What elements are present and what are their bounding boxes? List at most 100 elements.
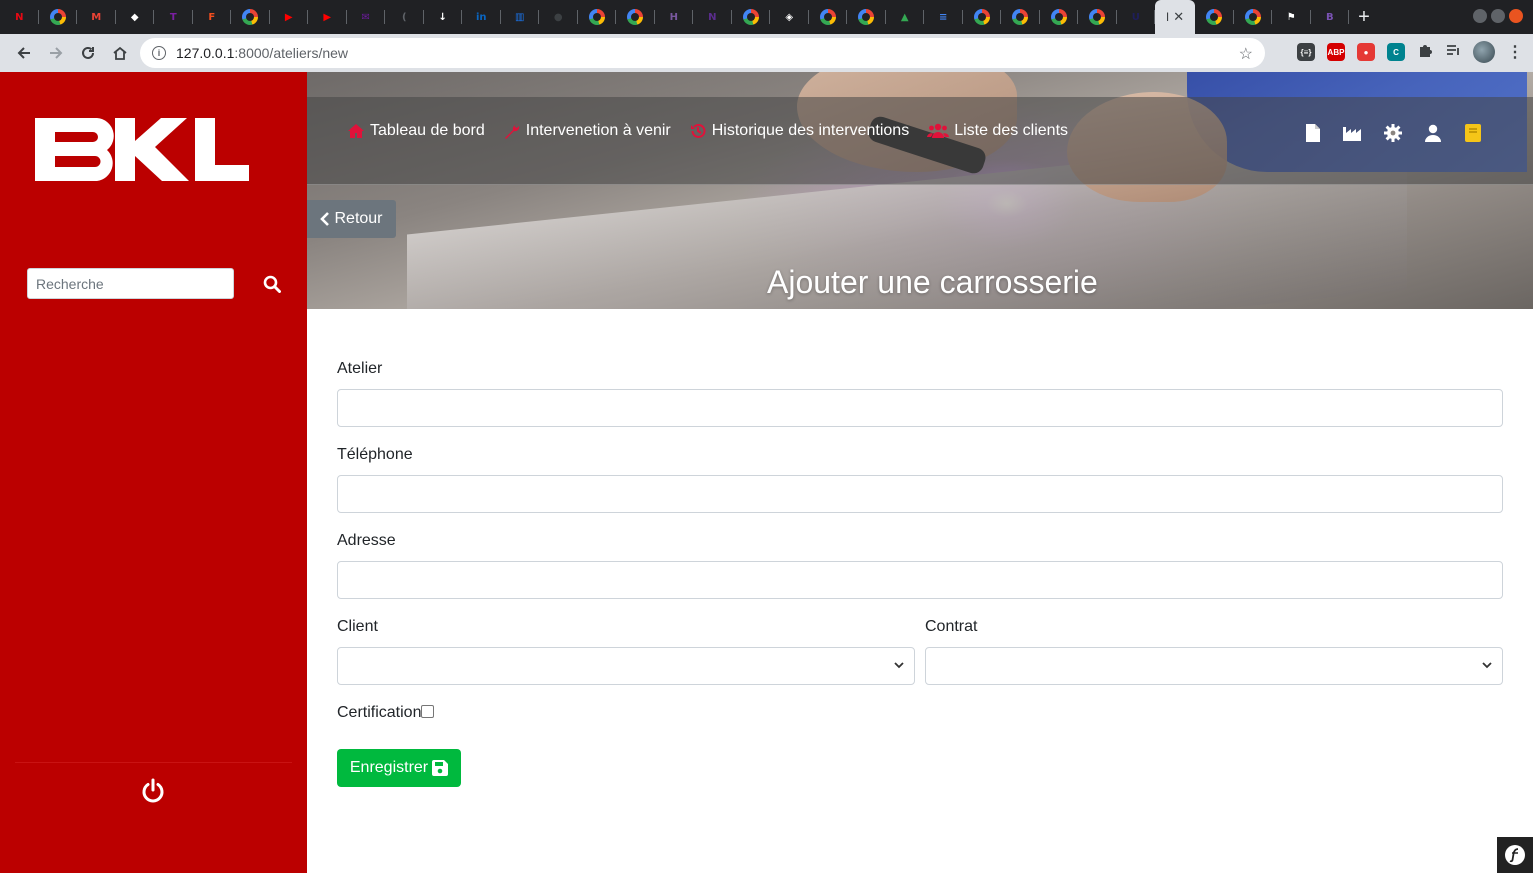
save-button[interactable]: Enregistrer xyxy=(337,749,461,787)
bookmark-star-icon[interactable]: ☆ xyxy=(1239,44,1253,64)
browser-tab[interactable]: ↓ xyxy=(424,0,463,34)
nav-link-upcoming[interactable]: Intervenetion à venir xyxy=(503,122,671,140)
browser-tab[interactable] xyxy=(1001,0,1040,34)
telephone-input[interactable] xyxy=(337,475,1503,513)
browser-tab[interactable]: N xyxy=(693,0,732,34)
linkedin-icon: in xyxy=(475,11,487,23)
forward-arrow-icon[interactable] xyxy=(40,37,72,69)
back-button[interactable]: Retour xyxy=(307,200,396,238)
minimize-button[interactable] xyxy=(1473,9,1487,23)
browser-tab[interactable]: M xyxy=(77,0,116,34)
nav-link-label: Historique des interventions xyxy=(711,122,910,139)
client-label: Client xyxy=(337,618,378,635)
extensions-puzzle-icon[interactable] xyxy=(1417,42,1433,63)
sidebar xyxy=(0,72,307,873)
browser-tab[interactable] xyxy=(809,0,848,34)
window-controls xyxy=(1473,9,1523,23)
symfony-debug-toolbar-toggle[interactable] xyxy=(1497,837,1533,873)
browser-menu-icon[interactable]: ⋮ xyxy=(1507,42,1523,62)
factory-icon[interactable] xyxy=(1343,123,1363,143)
back-arrow-icon[interactable] xyxy=(8,37,40,69)
browser-tab[interactable] xyxy=(1195,0,1234,34)
browser-tab[interactable] xyxy=(847,0,886,34)
n-icon: N xyxy=(708,11,717,23)
browser-tab[interactable]: ▶ xyxy=(308,0,347,34)
browser-tab[interactable] xyxy=(963,0,1002,34)
browser-tab[interactable]: ▲ xyxy=(886,0,925,34)
browser-tab[interactable] xyxy=(616,0,655,34)
circle-icon: ● xyxy=(553,11,563,23)
browser-tab[interactable] xyxy=(39,0,78,34)
chevron-left-icon xyxy=(320,212,330,226)
terminal-icon: U xyxy=(1131,11,1140,23)
google-icon xyxy=(1206,9,1223,25)
google-icon xyxy=(49,9,66,25)
google-icon xyxy=(819,9,836,25)
browser-tab[interactable] xyxy=(578,0,617,34)
search-icon[interactable] xyxy=(263,275,281,293)
nav-link-dashboard[interactable]: Tableau de bord xyxy=(347,122,485,140)
browser-tab[interactable]: in xyxy=(462,0,501,34)
browser-tab[interactable]: ◆ xyxy=(116,0,155,34)
browser-tab[interactable]: ≡ xyxy=(924,0,963,34)
document-icon[interactable] xyxy=(1303,123,1323,143)
browser-tab[interactable]: ⚑ xyxy=(1272,0,1311,34)
notebook-icon[interactable] xyxy=(1463,123,1483,143)
adresse-input[interactable] xyxy=(337,561,1503,599)
close-tab-icon[interactable]: ✕ xyxy=(1173,9,1184,25)
json-ext-icon[interactable]: {≡} xyxy=(1297,43,1315,61)
adblock-icon[interactable]: ABP xyxy=(1327,43,1345,61)
browser-tab[interactable]: N xyxy=(0,0,39,34)
google-icon xyxy=(1012,9,1029,25)
maximize-button[interactable] xyxy=(1491,9,1505,23)
address-bar[interactable]: i 127.0.0.1:8000/ateliers/new ☆ xyxy=(140,38,1265,68)
browser-tab[interactable]: F xyxy=(193,0,232,34)
search-input[interactable] xyxy=(27,268,234,299)
site-info-icon[interactable]: i xyxy=(152,46,166,60)
nav-link-label: Tableau de bord xyxy=(370,122,485,139)
window-close-button[interactable] xyxy=(1509,9,1523,23)
logout-power-icon[interactable] xyxy=(140,778,166,804)
certification-checkbox[interactable] xyxy=(421,705,434,718)
browser-tab[interactable]: ▥ xyxy=(501,0,540,34)
browser-tab[interactable] xyxy=(1040,0,1079,34)
new-tab-button[interactable]: + xyxy=(1349,6,1379,29)
browser-tab[interactable]: ● xyxy=(539,0,578,34)
nav-link-history[interactable]: Historique des interventions xyxy=(689,122,909,140)
google-icon xyxy=(858,9,875,25)
gear-icon[interactable] xyxy=(1383,123,1403,143)
adresse-label: Adresse xyxy=(337,532,396,549)
reload-icon[interactable] xyxy=(72,37,104,69)
google-icon xyxy=(973,9,990,25)
users-icon xyxy=(927,123,950,138)
media-controls-icon[interactable] xyxy=(1445,42,1461,63)
page-title: Ajouter une carrosserie xyxy=(767,264,1098,300)
browser-tab[interactable]: ( xyxy=(385,0,424,34)
nav-link-label: Intervenetion à venir xyxy=(525,122,671,139)
browser-tab[interactable]: B xyxy=(1311,0,1350,34)
browser-tab[interactable]: T xyxy=(154,0,193,34)
browser-tab[interactable]: H xyxy=(655,0,694,34)
google-icon xyxy=(1089,9,1106,25)
nav-link-clients[interactable]: Liste des clients xyxy=(927,122,1068,140)
browser-tab[interactable] xyxy=(231,0,270,34)
certification-label: Certification xyxy=(337,704,422,721)
browser-tab[interactable]: U xyxy=(1117,0,1156,34)
browser-tab[interactable] xyxy=(1234,0,1273,34)
google-icon xyxy=(242,9,259,25)
browser-tab[interactable] xyxy=(1078,0,1117,34)
client-select[interactable] xyxy=(337,647,915,685)
active-tab[interactable]: I ✕ xyxy=(1155,0,1195,34)
diamond-icon: ◆ xyxy=(130,11,139,23)
browser-tab[interactable]: ✉ xyxy=(347,0,386,34)
contrat-select[interactable] xyxy=(925,647,1503,685)
browser-tab[interactable] xyxy=(732,0,771,34)
shield-ext-icon[interactable]: ● xyxy=(1357,43,1375,61)
browser-tab[interactable]: ▶ xyxy=(270,0,309,34)
user-icon[interactable] xyxy=(1423,123,1443,143)
atelier-input[interactable] xyxy=(337,389,1503,427)
browser-tab[interactable]: ◈ xyxy=(770,0,809,34)
cookie-ext-icon[interactable]: C xyxy=(1387,43,1405,61)
home-browser-icon[interactable] xyxy=(104,37,136,69)
profile-avatar[interactable] xyxy=(1473,41,1495,63)
